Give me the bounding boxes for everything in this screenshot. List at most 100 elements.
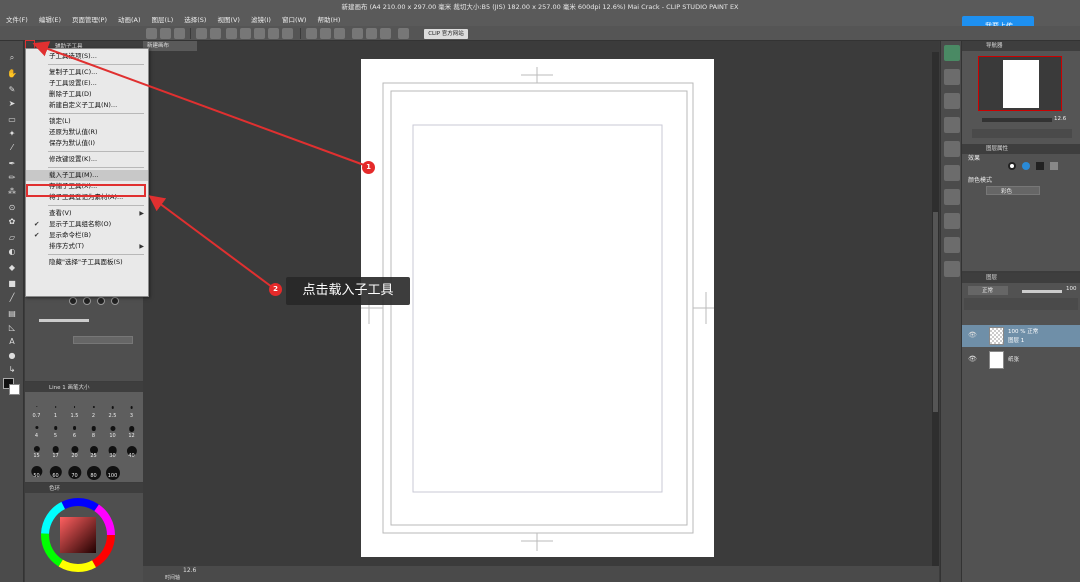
menu-item-11[interactable]: 修改键设置(K)...: [26, 154, 148, 165]
nav-zoom-slider[interactable]: [982, 118, 1052, 122]
canvas-tab[interactable]: 新建画布: [143, 41, 197, 51]
menu-view[interactable]: 视图(V): [217, 14, 240, 24]
navigator-tab[interactable]: 导航器: [962, 41, 1080, 51]
brush-size-preset[interactable]: 0.7: [27, 404, 46, 419]
saturation-square[interactable]: [60, 517, 96, 553]
airbrush-icon[interactable]: ⊙: [6, 203, 18, 213]
pen-icon[interactable]: [380, 28, 391, 39]
layer-row-paper[interactable]: 👁 纸张: [962, 349, 1080, 371]
gradient-icon[interactable]: ■: [6, 279, 18, 289]
open-icon[interactable]: [160, 28, 171, 39]
correct-line-icon[interactable]: ↳: [6, 365, 18, 375]
move-icon[interactable]: ➤: [6, 99, 18, 109]
eraser-icon[interactable]: ▱: [6, 233, 18, 243]
material-icon-8[interactable]: [944, 237, 960, 253]
menu-item-5[interactable]: 新建自定义子工具(N)...: [26, 100, 148, 111]
fill-icon[interactable]: [282, 28, 293, 39]
brush-size-preset[interactable]: 3: [122, 404, 141, 419]
pencil-icon[interactable]: ✏: [6, 173, 18, 183]
material-icon-4[interactable]: [944, 141, 960, 157]
material-icon-9[interactable]: [944, 261, 960, 277]
menu-select[interactable]: 选择(S): [184, 14, 206, 24]
material-icon[interactable]: [944, 69, 960, 85]
brush-size-preset[interactable]: 1.5: [65, 404, 84, 419]
blend-icon[interactable]: ◐: [6, 247, 18, 257]
brush-size-preset[interactable]: 70: [65, 464, 84, 480]
clear-icon[interactable]: [226, 28, 237, 39]
brush-size-preset[interactable]: 12: [122, 424, 141, 439]
auto-select-icon[interactable]: ✦: [6, 129, 18, 139]
pipette-icon[interactable]: ⁄: [6, 143, 18, 153]
figure-icon[interactable]: ╱: [6, 293, 18, 303]
snap-grid-icon[interactable]: [334, 28, 345, 39]
brush-size-tab[interactable]: Line 1 画笔大小: [49, 383, 89, 391]
pen-tool-icon[interactable]: ✒: [6, 159, 18, 169]
menu-item-19[interactable]: 显示命令栏(B) ✔: [26, 230, 148, 241]
blend-mode-select[interactable]: 正常: [968, 286, 1008, 295]
brush-size-preset[interactable]: 5: [46, 424, 65, 439]
brush-size-preset[interactable]: 17: [46, 444, 65, 459]
material-icon-7[interactable]: [944, 213, 960, 229]
menu-window[interactable]: 窗口(W): [282, 14, 307, 24]
menu-item-22[interactable]: 隐藏"选择"子工具面板(S): [26, 257, 148, 268]
material-icon-6[interactable]: [944, 189, 960, 205]
brush-size-preset[interactable]: 25: [84, 444, 103, 459]
brush-size-preset[interactable]: 10: [103, 424, 122, 439]
brush-size-preset[interactable]: 50: [27, 464, 46, 479]
menu-filter[interactable]: 滤镜(I): [251, 14, 271, 24]
snap-ruler-icon[interactable]: [306, 28, 317, 39]
brush-size-preset[interactable]: 1: [46, 404, 65, 419]
fill-tool-icon[interactable]: ◆: [6, 263, 18, 273]
ruler-icon[interactable]: [366, 28, 377, 39]
navigator-preview[interactable]: [978, 56, 1062, 111]
menu-page[interactable]: 页面管理(P): [72, 14, 107, 24]
new-icon[interactable]: [146, 28, 157, 39]
menu-help[interactable]: 帮助(H): [317, 14, 340, 24]
brush-size-preset[interactable]: 60: [46, 464, 65, 479]
hand-icon[interactable]: ✋: [6, 69, 18, 79]
brush-size-preset[interactable]: 20: [65, 444, 84, 459]
eye-icon[interactable]: 👁: [968, 355, 977, 363]
grid-icon[interactable]: [352, 28, 363, 39]
brush-size-preset[interactable]: 4: [27, 424, 46, 439]
stabilization-slider[interactable]: [39, 319, 89, 322]
decoration-icon[interactable]: ✿: [6, 217, 18, 227]
eye-icon[interactable]: 👁: [968, 331, 977, 339]
brush-size-preset[interactable]: 30: [103, 444, 122, 459]
layer-row-1[interactable]: 👁 100 % 正常 图层 1: [962, 325, 1080, 347]
menu-item-8[interactable]: 还原为默认值(R): [26, 127, 148, 138]
menu-item-3[interactable]: 子工具设置(E)...: [26, 78, 148, 89]
brush-size-preset[interactable]: 6: [65, 424, 84, 439]
ruler-tool-icon[interactable]: ◺: [6, 323, 18, 333]
effect-icons[interactable]: [1008, 162, 1068, 171]
selection-icon[interactable]: ▭: [6, 115, 18, 125]
brush-size-preset[interactable]: 15: [27, 444, 46, 459]
menu-animation[interactable]: 动画(A): [118, 14, 141, 24]
nav-buttons[interactable]: [972, 129, 1072, 138]
balloon-icon[interactable]: ●: [6, 351, 18, 361]
canvas-scrollbar[interactable]: [932, 52, 939, 572]
color-wheel[interactable]: [25, 493, 143, 581]
color-wheel-tab[interactable]: 色环: [49, 484, 60, 492]
undo-icon[interactable]: [196, 28, 207, 39]
menu-file[interactable]: 文件(F): [6, 14, 28, 24]
eyedropper-icon[interactable]: ✎: [6, 85, 18, 95]
menu-item-7[interactable]: 锁定(L): [26, 116, 148, 127]
paper[interactable]: [361, 59, 714, 557]
brush-size-preset[interactable]: 100: [103, 464, 122, 480]
layer-tab[interactable]: 图层: [962, 273, 1080, 283]
menu-item-9[interactable]: 保存为默认值(I): [26, 138, 148, 149]
layer-toolbar[interactable]: [964, 298, 1078, 310]
menu-item-4[interactable]: 删除子工具(D): [26, 89, 148, 100]
color-mode-select[interactable]: 彩色: [986, 186, 1040, 195]
menu-layer[interactable]: 图层(L): [152, 14, 174, 24]
material-icon-3[interactable]: [944, 117, 960, 133]
crop-icon[interactable]: [268, 28, 279, 39]
close-palette-icon[interactable]: [944, 45, 960, 61]
menu-item-17[interactable]: 查看(V) ▶: [26, 208, 148, 219]
brush-size-preset[interactable]: 80: [84, 464, 103, 480]
clip-website-button[interactable]: CLIP 官方网站: [424, 29, 468, 39]
zoom-readout[interactable]: 12.6: [183, 567, 196, 574]
brush-size-preset[interactable]: 2: [84, 404, 103, 419]
transform-icon[interactable]: [240, 28, 251, 39]
